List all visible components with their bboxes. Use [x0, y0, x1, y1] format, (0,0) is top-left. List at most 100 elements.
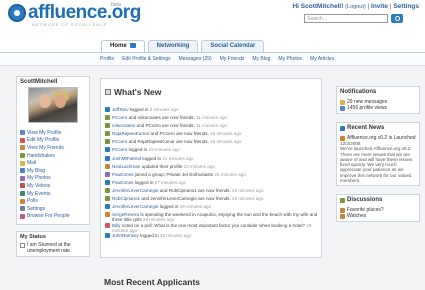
menu-item-icon [20, 191, 25, 197]
activity-text: NealLachman updated their profile 23 min… [112, 164, 319, 169]
menu-item-label[interactable]: Edit My Profile [27, 137, 59, 143]
activity-icon [105, 131, 110, 137]
activity-description: and PCcero are now friends. [149, 131, 209, 137]
profile-photo[interactable] [28, 87, 78, 123]
activity-time: 2 minutes ago [149, 107, 179, 112]
activity-text: JenniferLeverCarnegie and RobCipriano1 a… [112, 188, 319, 193]
profile-menu-item[interactable]: Polls [20, 197, 86, 205]
status-checkbox-icon[interactable] [20, 243, 25, 249]
activity-text: PCcero and mikecoates are now friends. 1… [112, 115, 319, 120]
activity-time: 11 minutes ago [196, 123, 228, 129]
discussion-item[interactable]: Watches [340, 213, 416, 219]
subnav-messages[interactable]: Messages (29) [179, 56, 212, 62]
menu-item-icon [20, 145, 25, 151]
menu-item-label[interactable]: Mail [27, 160, 36, 166]
menu-item-label[interactable]: Polls [27, 198, 38, 204]
tagline: NETWORK OF EXCELLENCE [32, 22, 108, 27]
header: affluence.org beta NETWORK OF EXCELLENCE… [0, 0, 425, 38]
member-link[interactable]: PCcero [112, 115, 127, 120]
profile-menu-item[interactable]: Browse For People [20, 213, 86, 221]
member-link[interactable]: JeffStev [112, 107, 129, 112]
status-text[interactable]: I am Stunned at the unemployment rate. [27, 242, 86, 254]
subnav-profile[interactable]: Profile [100, 56, 114, 62]
member-link[interactable]: PCcero [112, 147, 127, 152]
profile-menu-item[interactable]: Edit My Profile [20, 137, 86, 145]
status-box: My Status I am Stunned at the unemployme… [16, 231, 90, 258]
activity-item: JenniferLeverCarnegie logged in 29 minut… [105, 204, 319, 212]
profile-menu-item[interactable]: My Photos [20, 175, 86, 183]
member-link[interactable]: PauDones [112, 180, 133, 185]
activity-text: PCcero logged in 19 minutes ago [112, 147, 319, 152]
invite-link[interactable]: Invite [371, 3, 388, 10]
subnav-blog[interactable]: My Blog [252, 56, 270, 62]
activity-icon [105, 187, 110, 193]
activity-icon [105, 147, 110, 153]
member-link[interactable]: JenniferLeverCarnegie [112, 188, 158, 193]
menu-item-icon [20, 175, 25, 181]
activity-time: 27 minutes ago [154, 179, 187, 185]
member-link[interactable]: PauDones [112, 172, 133, 177]
profile-menu-item[interactable]: My Blog [20, 167, 86, 175]
discussion-link[interactable]: Watches [347, 213, 366, 219]
photo-face [55, 95, 66, 108]
profile-menu-item[interactable]: Handshakes [20, 152, 86, 160]
profile-menu-item[interactable]: Settings [20, 205, 86, 213]
menu-item-label[interactable]: Settings [27, 206, 45, 212]
activity-description: updated their profile [140, 163, 183, 169]
profile-menu-item[interactable]: View My Profile [20, 129, 86, 137]
news-body: We've launched Affluence.org v0.2. There… [340, 146, 413, 184]
activity-description: and mikecoates are now friends. [127, 115, 195, 121]
menu-item-label[interactable]: View My Friends [27, 145, 64, 151]
views-row[interactable]: 1456 profile views [340, 105, 416, 111]
member-link[interactable]: RobCipriano1 [112, 196, 140, 201]
menu-item-label[interactable]: My Photos [27, 175, 51, 181]
profile-name[interactable]: ScottMitchell [20, 79, 86, 85]
subnav-photos[interactable]: My Photos [278, 56, 302, 62]
menu-item-label[interactable]: Handshakes [27, 153, 55, 159]
whats-new-panel: What's New JeffStev logged in 2 minutes … [100, 78, 322, 258]
profile-box: ScottMitchell View My Profile Edit My Pro… [16, 76, 90, 226]
menu-item-label[interactable]: View My Profile [27, 130, 61, 136]
member-link[interactable]: mikecoates [112, 123, 135, 128]
activity-text: RobCipriano1 and JenniferLeverCarnegie a… [112, 196, 319, 201]
logo-icon [8, 4, 26, 22]
settings-link[interactable]: Settings [393, 3, 419, 10]
menu-item-icon [20, 153, 25, 159]
activity-description: logged in [133, 179, 154, 185]
activity-icon [105, 179, 110, 185]
search-icon[interactable] [391, 14, 403, 23]
menu-item-icon [20, 206, 25, 212]
tab-networking[interactable]: Networking [147, 40, 199, 52]
tab-social-calendar[interactable]: Social Calendar [201, 40, 265, 52]
subnav-articles[interactable]: My Articles [310, 56, 334, 62]
member-link[interactable]: PCcero [112, 139, 127, 144]
profile-menu-item[interactable]: Mail [20, 159, 86, 167]
menu-item-label[interactable]: My Videos [27, 183, 50, 189]
activity-time: 19 minutes ago [210, 139, 242, 145]
photo-face [39, 94, 51, 108]
tab-home[interactable]: Home [101, 40, 145, 52]
menu-item-label[interactable]: My Events [27, 191, 50, 197]
profile-menu-item[interactable]: My Events [20, 190, 86, 198]
profile-menu-item[interactable]: My Videos [20, 182, 86, 190]
profile-views-count[interactable]: 1456 profile views [347, 105, 387, 111]
menu-item-icon [20, 168, 25, 174]
member-link[interactable]: JoshMtFatend [112, 156, 141, 161]
member-link[interactable]: RajaRajeevKumar [112, 131, 149, 136]
subnav-edit-profile[interactable]: Edit Profile & Settings [122, 56, 170, 62]
member-link[interactable]: JenniferLeverCarnegie [112, 204, 158, 209]
subnav-friends[interactable]: My Friends [220, 56, 245, 62]
separator: | [367, 3, 370, 10]
menu-item-label[interactable]: My Blog [27, 168, 45, 174]
search-input[interactable]: Search... [304, 14, 388, 23]
activity-description: joined a group: Private Jet Enthusiasts [133, 171, 214, 177]
profile-menu-item[interactable]: View My Friends [20, 144, 86, 152]
menu-item-label[interactable]: Browse For People [27, 213, 70, 219]
menu-item-icon [20, 130, 25, 136]
activity-icon [105, 115, 110, 121]
member-link[interactable]: NealLachman [112, 164, 140, 169]
member-link[interactable]: JohnRamsey [112, 233, 139, 238]
logout-link[interactable]: (Logout) [345, 4, 366, 10]
activity-description: logged in [127, 147, 148, 153]
activity-item: PauDones joined a group: Private Jet Ent… [105, 171, 319, 180]
